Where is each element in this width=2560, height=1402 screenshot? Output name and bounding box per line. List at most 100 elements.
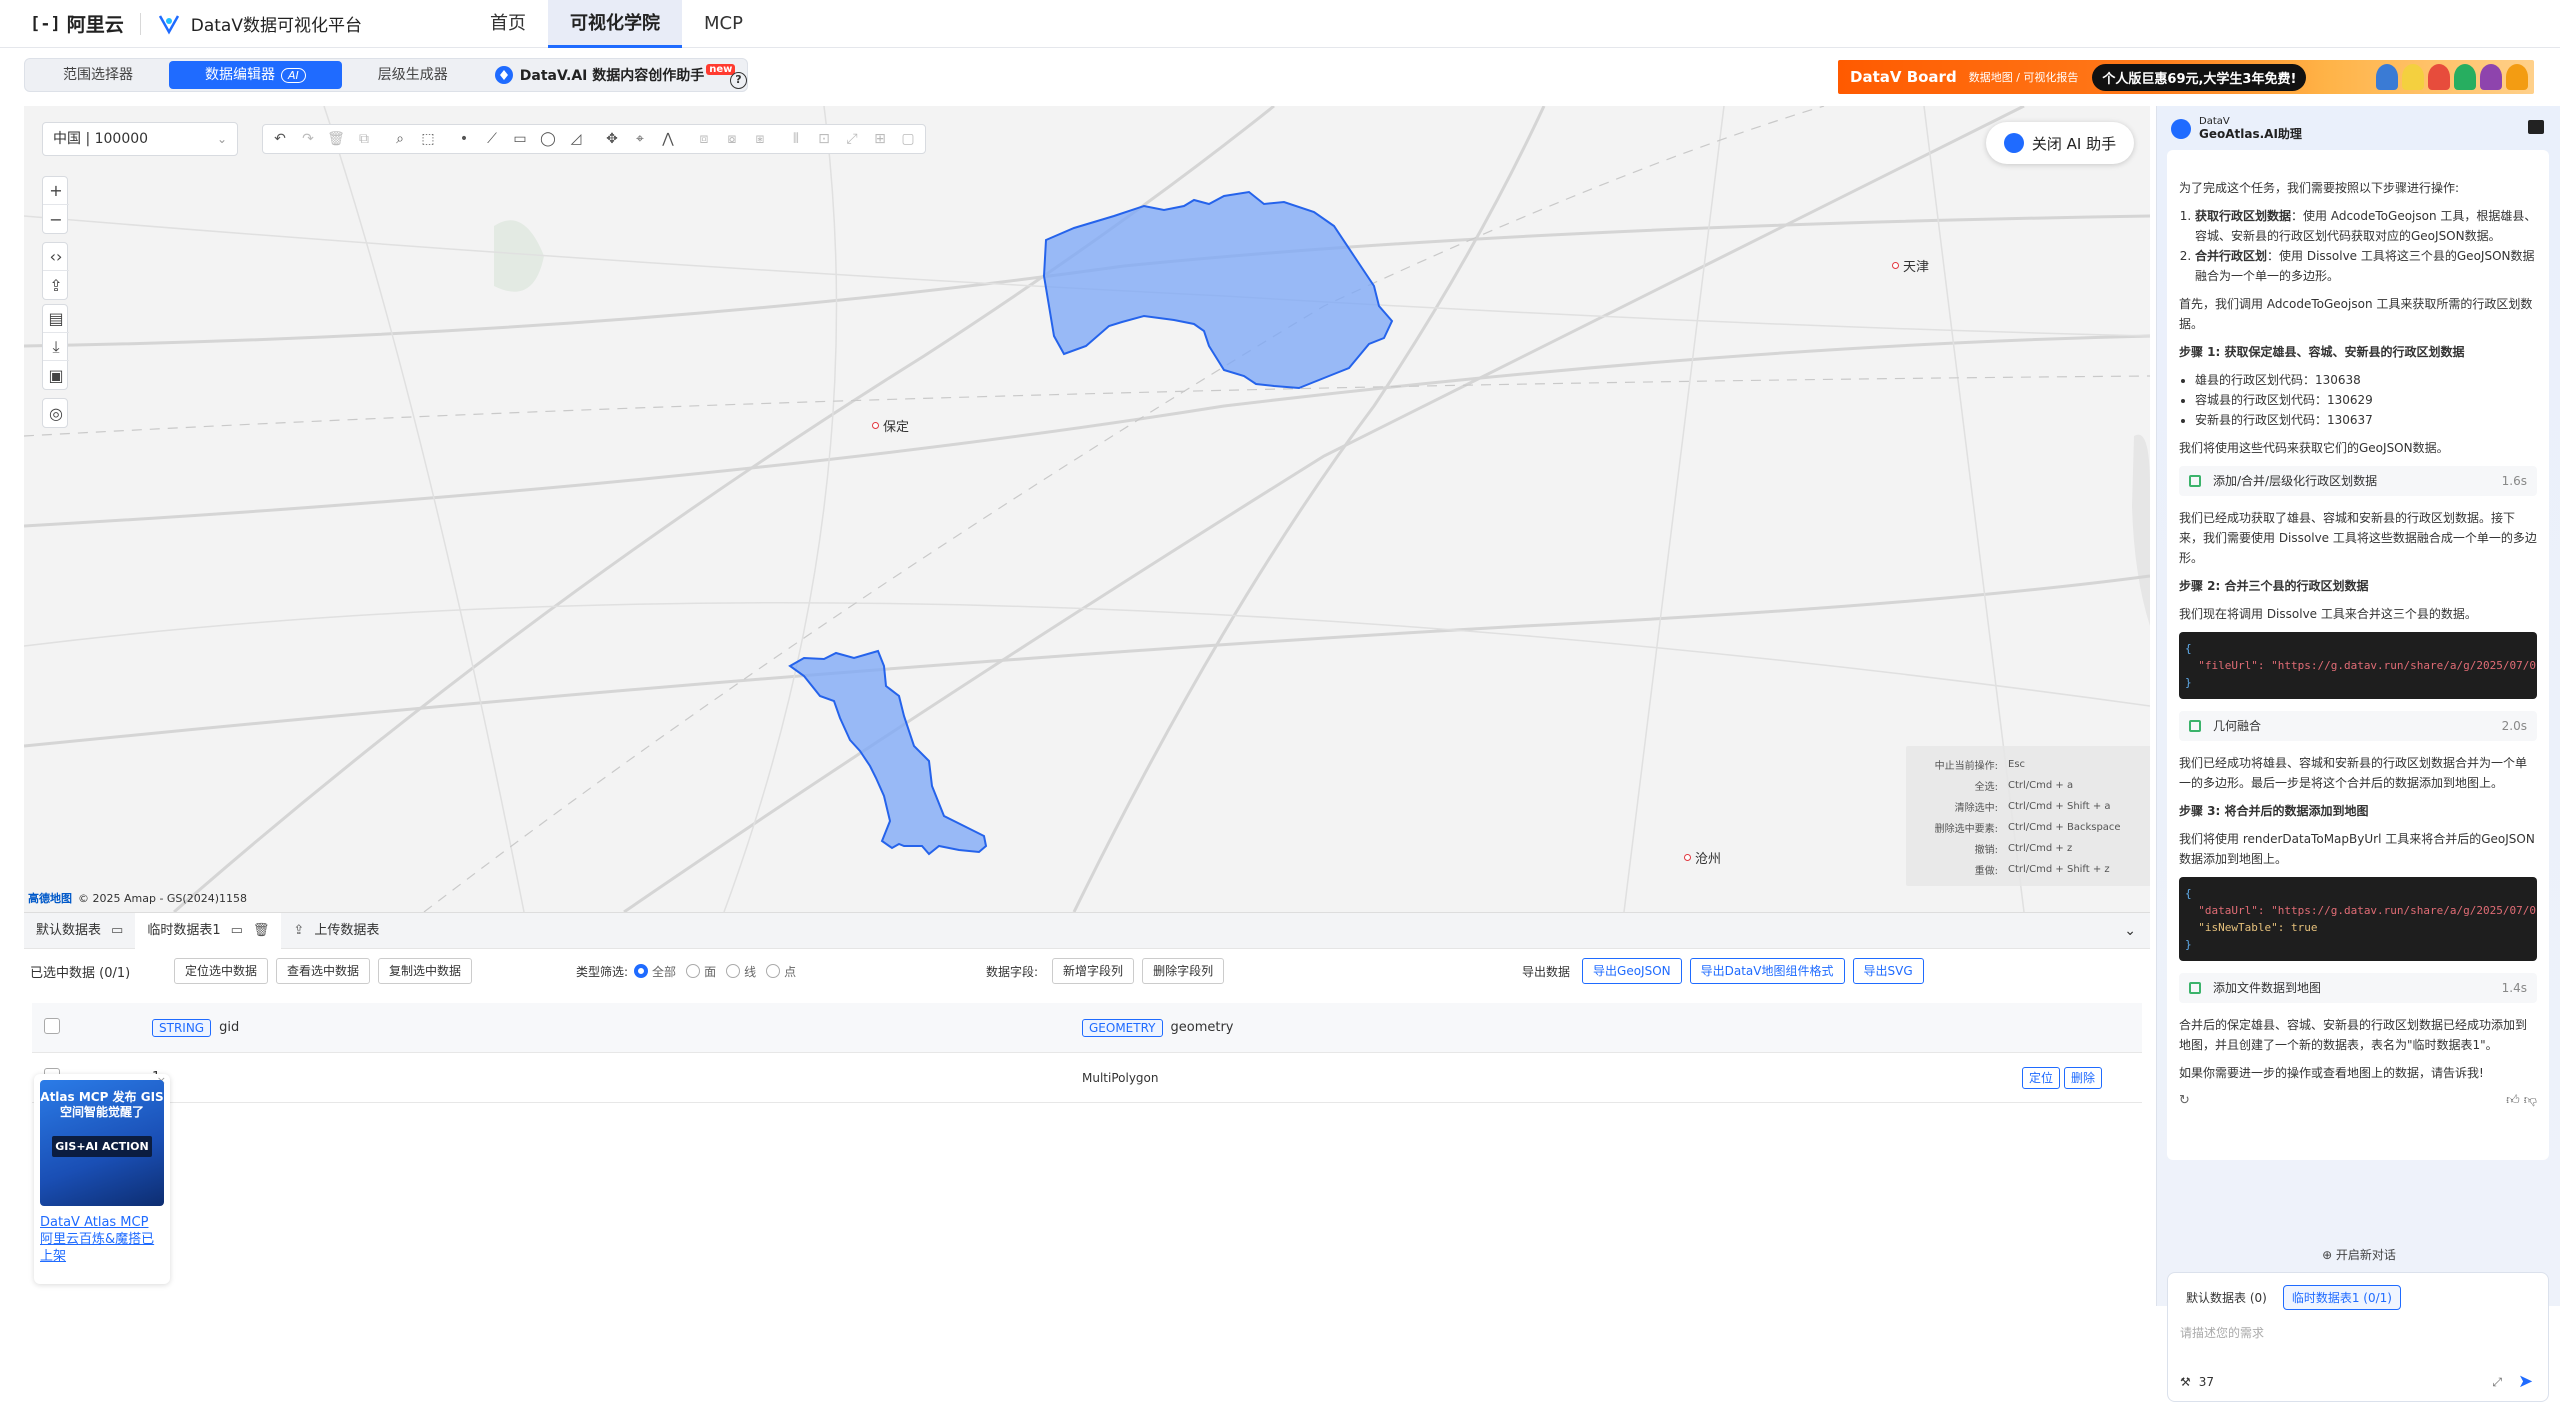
grid-icon[interactable]: ⊞ [867,126,893,152]
redo-icon[interactable]: ↷ [295,126,321,152]
city-name: 沧州 [1695,852,1722,867]
radio-label: 点 [784,964,797,979]
tool-call-row[interactable]: 添加文件数据到地图 1.4s [2179,973,2537,1003]
folder-icon[interactable]: ▭ [111,913,123,949]
mcp-promo-card[interactable]: × Atlas MCP 发布 GIS 空间智能觉醒了 GIS+AI ACTION… [34,1074,170,1284]
nav-tab-academy[interactable]: 可视化学院 [547,0,682,48]
msg-intro: 为了完成这个任务，我们需要按照以下步骤进行操作: [2179,181,2460,195]
line-tool-icon[interactable]: ⟋ [479,126,505,152]
city-dot-icon [1892,262,1899,269]
tool-call-row[interactable]: 几何融合 2.0s [2179,711,2537,741]
nav-tab-home[interactable]: 首页 [468,0,548,48]
send-icon[interactable]: ➤ [2518,1373,2536,1391]
delete-row-button[interactable]: 删除 [2064,1066,2103,1089]
add-field-button[interactable]: 新增字段列 [1052,958,1135,984]
export-datav-button[interactable]: 导出DataV地图组件格式 [1689,958,1845,984]
polygon-tool-icon[interactable]: ◿ [563,126,589,152]
snap-icon[interactable]: ⤢ [839,126,865,152]
point-tool-icon[interactable]: • [451,126,477,152]
zoom-in-icon[interactable]: + [43,177,69,205]
download-icon[interactable]: ⤓ [43,333,69,361]
tool-name: 添加/合并/层级化行政区划数据 [2213,474,2378,488]
shortcut-key: 全选: [1974,782,1998,793]
delete-icon[interactable]: 🗑︎ [323,126,349,152]
ds-default-chip[interactable]: 默认数据表 (0) [2178,1286,2275,1309]
image-icon[interactable]: ▣ [43,361,69,389]
tab-upload-table[interactable]: ⇪ 上传数据表 [281,913,391,949]
rectangle-tool-icon[interactable]: ▭ [507,126,533,152]
code-icon[interactable]: ‹› [43,243,69,271]
help-icon[interactable]: ? [730,72,747,89]
open-new-chat-button[interactable]: ⊕ 开启新对话 [2157,1246,2560,1263]
table-row[interactable]: 1 MultiPolygon 定位 删除 [32,1053,2142,1103]
tool-grid-icon [2189,475,2201,487]
locate-selected-button[interactable]: 定位选中数据 [174,958,269,984]
radio-icon [726,964,741,978]
select-all-checkbox[interactable] [44,1017,60,1034]
folder-icon[interactable]: ▭ [231,913,243,949]
copy-icon[interactable]: ⧉ [351,126,377,152]
logo-text: 阿里云 [66,14,124,36]
view-selected-button[interactable]: 查看选中数据 [276,958,371,984]
trash-icon[interactable]: 🗑︎ [253,913,270,949]
refresh-icon[interactable]: ↻ [2179,1091,2190,1111]
chat-input[interactable]: 请描述您的需求 [2168,1310,2548,1355]
filter-polygon-radio[interactable]: 面 [686,963,716,980]
simplify-icon[interactable]: ⊡ [811,126,837,152]
ds-temp-chip[interactable]: 临时数据表1 (0/1) [2282,1285,2401,1310]
tab-data-editor[interactable]: 数据编辑器 AI [169,61,342,89]
filter-all-radio[interactable]: 全部 [634,963,676,980]
tab-default-table[interactable]: 默认数据表 ▭ [24,913,135,949]
locate-row-button[interactable]: 定位 [2022,1066,2061,1089]
datav-brand[interactable]: DataV数据可视化平台 [157,11,362,36]
move-icon[interactable]: ✥ [599,126,625,152]
union-icon[interactable]: ⧈ [691,126,717,152]
intersect-icon[interactable]: ⧇ [719,126,745,152]
close-ai-assistant-button[interactable]: 关闭 AI 助手 [1986,122,2134,164]
tool-call-row[interactable]: 添加/合并/层级化行政区划数据 1.6s [2179,466,2537,496]
zoom-out-icon[interactable]: − [43,205,69,233]
tab-level-generator[interactable]: 层级生成器 [342,61,484,89]
box-select-icon[interactable]: ⬚ [415,126,441,152]
fields-label: 数据字段: [986,964,1039,979]
thumbs-up-icon[interactable]: 👍︎ [2506,1093,2520,1108]
tab-temp-table[interactable]: 临时数据表1 ▭ 🗑︎ [135,912,282,949]
thumbs-down-icon[interactable]: 👎︎ [2524,1093,2537,1108]
fit-icon[interactable]: ⌖ [627,126,653,152]
split-icon[interactable]: ⋀ [655,126,681,152]
aliyun-logo[interactable]: [-] 阿里云 [30,10,124,37]
promo-image-title: Atlas MCP 发布 GIS 空间智能觉醒了 [40,1090,164,1119]
nav-tab-mcp[interactable]: MCP [682,0,765,48]
undo-icon[interactable]: ↶ [267,126,293,152]
circle-tool-icon[interactable]: ◯ [535,126,561,152]
tool-time: 1.4s [2501,981,2527,995]
expand-icon[interactable]: ⤢ [2492,1375,2502,1390]
new-chat-icon[interactable] [2528,120,2544,134]
map-canvas[interactable]: 中国 | 100000 ⌄ ↶ ↷ 🗑︎ ⧉ ⌕ ⬚ • ⟋ ▭ ◯ ◿ ✥ ⌖… [24,106,2150,912]
code-line: "isNewTable": true [2198,921,2318,934]
difference-icon[interactable]: ⧆ [747,126,773,152]
export-svg-button[interactable]: 导出SVG [1852,958,1924,984]
frame-icon[interactable]: ▢ [895,126,921,152]
upload-icon[interactable]: ⇪ [43,271,69,299]
region-select[interactable]: 中国 | 100000 ⌄ [42,122,238,156]
delete-field-button[interactable]: 删除字段列 [1142,958,1225,984]
collapse-chevron-icon[interactable]: ⌄ [2124,923,2136,939]
filter-point-radio[interactable]: 点 [766,963,796,980]
document-icon[interactable]: ▤ [43,305,69,333]
locate-icon[interactable]: ◎ [43,399,69,427]
promo-image-action: GIS+AI ACTION [52,1136,152,1157]
copy-selected-button[interactable]: 复制选中数据 [378,958,473,984]
ai-helper-link[interactable]: DataV.AI 数据内容创作助手 new [484,61,746,89]
tools-icon[interactable]: ⚒ [2180,1375,2191,1389]
zoom-select-icon[interactable]: ⌕ [387,126,413,152]
export-geojson-button[interactable]: 导出GeoJSON [1582,958,1682,984]
type-filter-label: 类型筛选: [576,964,629,979]
promo-link[interactable]: DataV Atlas MCP 阿里云百炼&魔搭已上架 [40,1214,164,1265]
tab-range-selector[interactable]: 范围选择器 [27,61,169,89]
code-line: "dataUrl": "https://g.datav.run/share/a/… [2198,904,2537,917]
promo-banner[interactable]: DataV Board 数据地图 / 可视化报告 个人版巨惠69元,大学生3年免… [1838,60,2534,94]
map-side-controls-2: ‹› ⇪ [42,242,69,300]
filter-line-radio[interactable]: 线 [726,963,756,980]
align-icon[interactable]: ⫴ [783,126,809,152]
